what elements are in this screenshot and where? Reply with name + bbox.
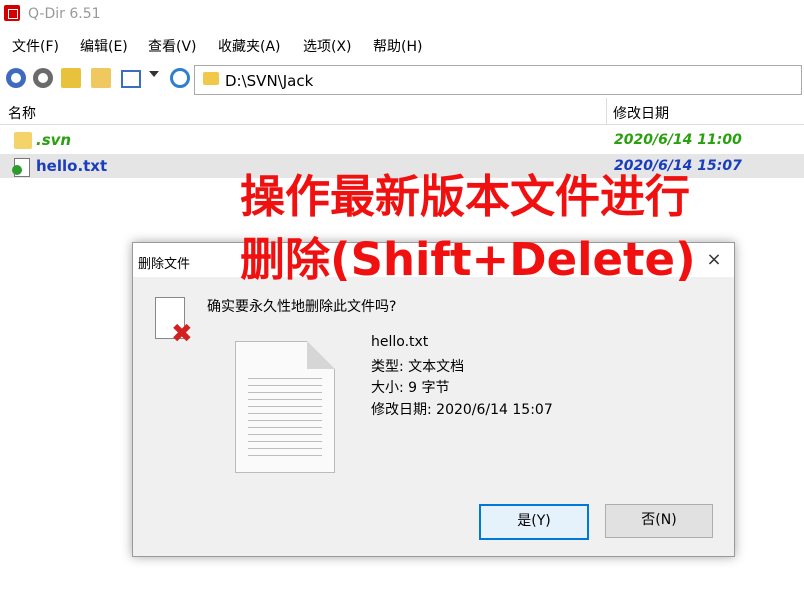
forward-icon[interactable] [33, 68, 53, 88]
menu-file[interactable]: 文件(F) [12, 36, 59, 56]
column-header: 名称 修改日期 [0, 98, 804, 125]
folder-icon [14, 132, 32, 149]
menu-options[interactable]: 选项(X) [303, 36, 352, 56]
file-type-info: 类型: 文本文档 [371, 359, 465, 375]
menu-bar: 文件(F) 编辑(E) 查看(V) 收藏夹(A) 选项(X) 帮助(H) [0, 32, 804, 56]
toolbar: D:\SVN\Jack [0, 62, 804, 96]
annotation-line-2: 删除(Shift+Delete) [240, 233, 696, 286]
annotation-line-1: 操作最新版本文件进行 [240, 170, 691, 223]
column-name[interactable]: 名称 [8, 103, 36, 123]
column-modified[interactable]: 修改日期 [613, 103, 669, 123]
file-date: 2020/6/14 11:00 [614, 132, 742, 148]
menu-help[interactable]: 帮助(H) [373, 36, 422, 56]
file-name: .svn [36, 131, 72, 149]
delete-file-dialog: 删除文件 × ✖ 确实要永久性地删除此文件吗? hello.txt 类型: 文本… [132, 242, 735, 557]
up-folder-icon[interactable] [61, 68, 81, 88]
menu-favorites[interactable]: 收藏夹(A) [218, 36, 281, 56]
column-divider[interactable] [606, 98, 607, 124]
file-name-info: hello.txt [371, 334, 429, 350]
new-folder-icon[interactable] [91, 68, 111, 88]
x-mark-icon: ✖ [171, 319, 193, 349]
address-path[interactable]: D:\SVN\Jack [225, 72, 313, 90]
file-preview-icon [235, 341, 335, 473]
refresh-icon[interactable] [170, 68, 190, 88]
file-name: hello.txt [36, 157, 108, 175]
menu-edit[interactable]: 编辑(E) [80, 36, 128, 56]
yes-button[interactable]: 是(Y) [479, 504, 589, 540]
view-mode-icon[interactable] [121, 70, 141, 88]
menu-view[interactable]: 查看(V) [148, 36, 197, 56]
file-size-info: 大小: 9 字节 [371, 380, 450, 396]
dialog-title: 删除文件 [138, 257, 191, 272]
address-bar[interactable]: D:\SVN\Jack [194, 65, 802, 95]
confirm-question: 确实要永久性地删除此文件吗? [207, 299, 397, 315]
close-icon[interactable]: × [703, 249, 725, 271]
title-bar: Q-Dir 6.51 [0, 0, 804, 30]
app-icon [4, 5, 20, 21]
file-modified-info: 修改日期: 2020/6/14 15:07 [371, 402, 553, 418]
folder-icon [203, 72, 219, 85]
back-icon[interactable] [6, 68, 26, 88]
window-title: Q-Dir 6.51 [28, 6, 101, 22]
text-file-icon [12, 158, 30, 177]
no-button[interactable]: 否(N) [605, 504, 713, 538]
view-dropdown-icon[interactable] [149, 71, 159, 77]
dialog-body: ✖ 确实要永久性地删除此文件吗? hello.txt 类型: 文本文档 大小: … [133, 277, 734, 556]
file-row-svn[interactable]: .svn 2020/6/14 11:00 [0, 128, 804, 152]
